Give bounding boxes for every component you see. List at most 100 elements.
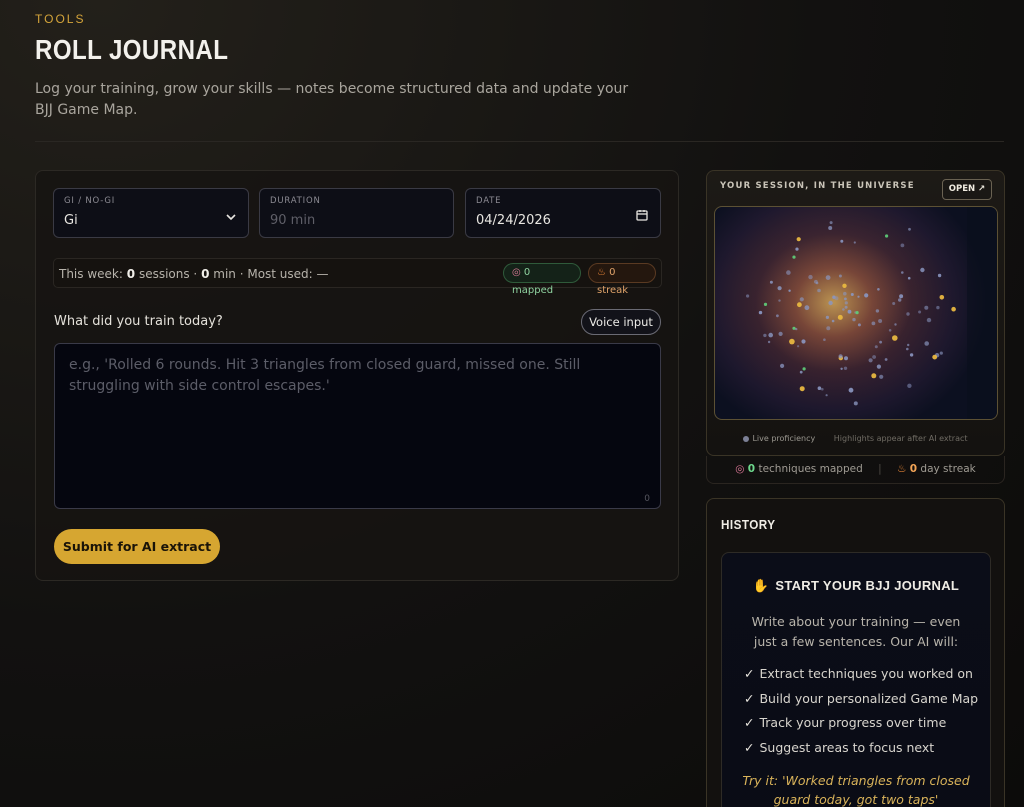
- galaxy-star: [932, 354, 938, 360]
- minutes-count: 0: [201, 267, 210, 281]
- history-card: HISTORY ✋ START YOUR BJJ JOURNAL Write ab…: [706, 498, 1005, 807]
- galaxy-star: [892, 335, 898, 341]
- galaxy-star: [939, 351, 943, 355]
- galaxy-star: [843, 291, 847, 296]
- galaxy-star: [884, 358, 888, 361]
- galaxy-star: [937, 273, 942, 278]
- date-label: DATE: [476, 196, 502, 206]
- galaxy-star: [808, 274, 813, 280]
- galaxy-star: [817, 386, 822, 390]
- open-universe-button[interactable]: OPEN ↗: [942, 179, 992, 200]
- galaxy-star: [763, 333, 767, 338]
- galaxy-star: [777, 286, 782, 291]
- galaxy-star: [799, 386, 805, 392]
- most-used-value: —: [316, 267, 329, 281]
- weekly-stats-text: This week: 0 sessions · 0 min · Most use…: [59, 267, 329, 281]
- galaxy-star: [825, 315, 829, 319]
- galaxy-star: [900, 243, 905, 248]
- galaxy-star: [844, 305, 848, 309]
- legend-note: Highlights appear after AI extract: [833, 434, 968, 443]
- duration-input[interactable]: DURATION 90 min: [259, 188, 454, 238]
- training-notes-textarea[interactable]: e.g., 'Rolled 6 rounds. Hit 3 triangles …: [54, 343, 661, 509]
- galaxy-star: [879, 340, 882, 344]
- galaxy-star: [795, 247, 799, 251]
- galaxy-star: [868, 358, 873, 363]
- galaxy-star: [826, 326, 831, 331]
- voice-input-button[interactable]: Voice input: [581, 309, 661, 335]
- galaxy-star: [879, 374, 884, 379]
- gi-select[interactable]: GI / NO-GI Gi: [53, 188, 249, 238]
- galaxy-star: [802, 367, 806, 371]
- galaxy-star: [817, 288, 821, 293]
- galaxy-star: [828, 226, 833, 230]
- galaxy-star: [907, 383, 912, 388]
- live-dot-icon: [743, 435, 750, 442]
- galaxy-star: [838, 354, 843, 359]
- check-icon: ✓: [744, 690, 755, 706]
- galaxy-star: [795, 327, 798, 331]
- galaxy-star: [877, 288, 880, 291]
- stats-separator: |: [878, 463, 882, 475]
- galaxy-star: [776, 314, 779, 318]
- galaxy-star: [864, 293, 869, 298]
- galaxy-star: [825, 394, 828, 397]
- galaxy-star: [797, 302, 802, 308]
- galaxy-visualization[interactable]: [714, 206, 998, 420]
- galaxy-star: [769, 280, 773, 284]
- galaxy-star: [799, 297, 804, 302]
- galaxy-star: [801, 339, 806, 344]
- list-item: ✓ Suggest areas to focus next: [744, 736, 984, 761]
- page-title: ROLL JOURNAL: [35, 34, 229, 65]
- gi-label: GI / NO-GI: [64, 196, 116, 206]
- galaxy-star: [924, 305, 929, 310]
- list-item: ✓ Extract techniques you worked on: [744, 662, 984, 687]
- galaxy-star: [792, 255, 796, 259]
- page-subtitle: Log your training, grow your skills — no…: [35, 81, 629, 118]
- galaxy-star: [855, 311, 859, 315]
- date-input[interactable]: DATE 04/24/2026: [465, 188, 661, 238]
- galaxy-star: [874, 345, 878, 349]
- galaxy-star: [850, 293, 854, 296]
- galaxy-star: [885, 234, 889, 238]
- galaxy-star: [840, 367, 843, 370]
- tools-eyebrow: TOOLS: [35, 12, 86, 26]
- galaxy-star: [908, 227, 911, 231]
- streak-badge: ♨ 0 streak: [588, 263, 656, 296]
- galaxy-star: [821, 387, 824, 391]
- minutes-label: min · Most used:: [213, 267, 313, 281]
- galaxy-star: [778, 331, 783, 336]
- journal-empty-state: ✋ START YOUR BJJ JOURNAL Write about your…: [721, 552, 991, 807]
- galaxy-star: [907, 276, 911, 280]
- journal-intro: Write about your training — even just a …: [751, 614, 961, 649]
- galaxy-star: [844, 356, 848, 361]
- galaxy-star: [852, 317, 856, 322]
- weekly-stats-bar: This week: 0 sessions · 0 min · Most use…: [53, 258, 662, 296]
- textarea-placeholder: e.g., 'Rolled 6 rounds. Hit 3 triangles …: [69, 357, 581, 394]
- galaxy-star: [832, 295, 836, 299]
- galaxy-star: [786, 270, 791, 275]
- journal-heading-text: START YOUR BJJ JOURNAL: [775, 578, 960, 593]
- waving-hand-icon: ✋: [752, 578, 770, 593]
- galaxy-edge-band: [967, 207, 997, 419]
- submit-ai-extract-button[interactable]: Submit for AI extract: [54, 529, 220, 564]
- galaxy-star: [894, 323, 897, 326]
- galaxy-star: [828, 300, 833, 306]
- galaxy-star: [842, 283, 847, 288]
- feature-text: Extract techniques you worked on: [759, 666, 973, 681]
- target-icon: ◎: [512, 267, 521, 278]
- galaxy-star: [788, 289, 791, 292]
- calendar-icon[interactable]: [636, 209, 648, 224]
- galaxy-star: [853, 241, 856, 244]
- galaxy-star: [829, 221, 833, 225]
- journal-heading: ✋ START YOUR BJJ JOURNAL: [722, 578, 990, 594]
- list-item: ✓ Build your personalized Game Map: [744, 687, 984, 712]
- galaxy-star: [843, 366, 848, 370]
- sessions-label: sessions ·: [138, 267, 198, 281]
- flame-icon: ♨: [597, 267, 606, 278]
- galaxy-star: [853, 401, 858, 406]
- galaxy-star: [767, 340, 771, 344]
- galaxy-star: [844, 301, 848, 305]
- galaxy-star: [876, 364, 881, 369]
- galaxy-star: [844, 297, 847, 301]
- list-item: ✓ Track your progress over time: [744, 711, 984, 736]
